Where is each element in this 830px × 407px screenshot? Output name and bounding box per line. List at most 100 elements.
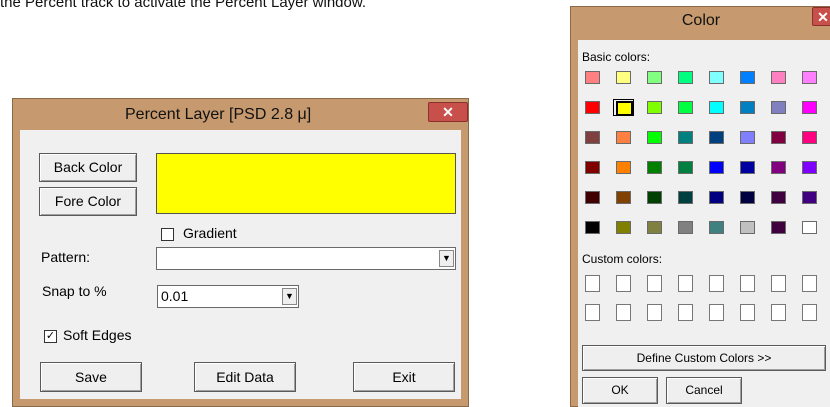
color-chip: [802, 161, 817, 174]
basic-color-swatch[interactable]: [706, 69, 727, 86]
close-icon[interactable]: ✕: [428, 102, 468, 122]
basic-color-swatch[interactable]: [582, 129, 603, 146]
exit-button[interactable]: Exit: [353, 362, 455, 392]
ok-button[interactable]: OK: [582, 377, 658, 404]
basic-color-swatch[interactable]: [799, 189, 820, 206]
custom-color-swatch[interactable]: [740, 275, 755, 292]
basic-color-swatch[interactable]: [613, 159, 634, 176]
basic-color-swatch[interactable]: [768, 189, 789, 206]
percent-layer-titlebar[interactable]: Percent Layer [PSD 2.8 μ] ✕: [13, 99, 468, 130]
color-chip: [616, 71, 631, 84]
basic-color-swatch[interactable]: [706, 129, 727, 146]
basic-color-swatch[interactable]: [644, 159, 665, 176]
basic-color-swatch[interactable]: [768, 69, 789, 86]
basic-color-swatch[interactable]: [737, 189, 758, 206]
color-chip: [740, 101, 755, 114]
basic-color-swatch[interactable]: [675, 129, 696, 146]
basic-colors-label: Basic colors:: [582, 50, 651, 64]
basic-color-swatch[interactable]: [768, 159, 789, 176]
basic-color-swatch[interactable]: [675, 69, 696, 86]
define-custom-colors-button[interactable]: Define Custom Colors >>: [582, 345, 826, 371]
basic-color-swatch[interactable]: [706, 159, 727, 176]
basic-color-swatch[interactable]: [675, 159, 696, 176]
custom-color-swatch[interactable]: [678, 304, 693, 321]
color-chip: [616, 161, 631, 174]
basic-color-swatch[interactable]: [613, 99, 634, 116]
basic-color-swatch[interactable]: [706, 99, 727, 116]
color-dialog-titlebar[interactable]: Color ✕: [571, 7, 830, 38]
custom-color-swatch[interactable]: [771, 304, 786, 321]
basic-color-swatch[interactable]: [582, 159, 603, 176]
custom-color-swatch[interactable]: [740, 304, 755, 321]
basic-color-swatch[interactable]: [799, 219, 820, 236]
custom-color-swatch[interactable]: [802, 275, 817, 292]
gradient-checkbox[interactable]: [161, 228, 174, 241]
basic-color-swatch[interactable]: [613, 189, 634, 206]
basic-color-swatch[interactable]: [613, 69, 634, 86]
color-chip: [709, 131, 724, 144]
basic-color-swatch[interactable]: [768, 219, 789, 236]
snap-dropdown[interactable]: 0.01 ▼: [157, 285, 299, 308]
basic-color-swatch[interactable]: [737, 159, 758, 176]
pattern-dropdown[interactable]: ▼: [156, 247, 456, 270]
basic-color-swatch[interactable]: [799, 129, 820, 146]
save-button[interactable]: Save: [40, 362, 142, 392]
color-chip: [802, 221, 817, 234]
color-chip: [647, 191, 662, 204]
basic-color-swatch[interactable]: [675, 219, 696, 236]
custom-color-swatch[interactable]: [585, 304, 600, 321]
basic-color-swatch[interactable]: [582, 189, 603, 206]
basic-color-swatch[interactable]: [644, 189, 665, 206]
basic-color-swatch[interactable]: [799, 69, 820, 86]
basic-color-swatch[interactable]: [644, 129, 665, 146]
cancel-button[interactable]: Cancel: [666, 377, 742, 404]
basic-color-swatch[interactable]: [799, 99, 820, 116]
basic-color-swatch[interactable]: [613, 129, 634, 146]
color-chip: [647, 161, 662, 174]
custom-color-swatch[interactable]: [678, 275, 693, 292]
basic-color-swatch[interactable]: [737, 69, 758, 86]
color-chip: [740, 131, 755, 144]
custom-color-swatch[interactable]: [647, 304, 662, 321]
color-chip: [616, 221, 631, 234]
custom-color-swatch[interactable]: [709, 275, 724, 292]
custom-color-swatch[interactable]: [616, 304, 631, 321]
fore-color-button[interactable]: Fore Color: [39, 187, 137, 216]
basic-color-swatch[interactable]: [582, 219, 603, 236]
color-dialog-client: Basic colors: Custom colors: Define Cust…: [578, 40, 830, 407]
basic-color-swatch[interactable]: [706, 219, 727, 236]
chevron-down-icon[interactable]: ▼: [439, 250, 454, 267]
basic-color-swatch[interactable]: [737, 99, 758, 116]
basic-color-swatch[interactable]: [737, 129, 758, 146]
basic-color-swatch[interactable]: [582, 69, 603, 86]
chevron-down-icon[interactable]: ▼: [282, 288, 297, 305]
custom-color-swatch[interactable]: [709, 304, 724, 321]
close-icon[interactable]: ✕: [812, 7, 830, 26]
basic-color-swatch[interactable]: [644, 219, 665, 236]
back-color-button[interactable]: Back Color: [39, 153, 137, 182]
color-chip: [802, 101, 817, 114]
basic-color-swatch[interactable]: [675, 99, 696, 116]
custom-color-swatch[interactable]: [771, 275, 786, 292]
percent-layer-client: Back Color Fore Color Gradient Pattern: …: [20, 130, 461, 399]
color-chip: [647, 101, 662, 114]
basic-color-swatch[interactable]: [768, 129, 789, 146]
color-chip: [647, 71, 662, 84]
soft-edges-checkbox[interactable]: ✓: [44, 330, 57, 343]
color-chip: [678, 131, 693, 144]
basic-color-swatch[interactable]: [582, 99, 603, 116]
color-chip: [585, 161, 600, 174]
custom-color-swatch[interactable]: [585, 275, 600, 292]
basic-color-swatch[interactable]: [644, 69, 665, 86]
edit-data-button[interactable]: Edit Data: [194, 362, 296, 392]
custom-color-swatch[interactable]: [616, 275, 631, 292]
basic-color-swatch[interactable]: [737, 219, 758, 236]
custom-color-swatch[interactable]: [802, 304, 817, 321]
basic-color-swatch[interactable]: [799, 159, 820, 176]
basic-color-swatch[interactable]: [613, 219, 634, 236]
basic-color-swatch[interactable]: [675, 189, 696, 206]
custom-color-swatch[interactable]: [647, 275, 662, 292]
basic-color-swatch[interactable]: [644, 99, 665, 116]
basic-color-swatch[interactable]: [706, 189, 727, 206]
basic-color-swatch[interactable]: [768, 99, 789, 116]
